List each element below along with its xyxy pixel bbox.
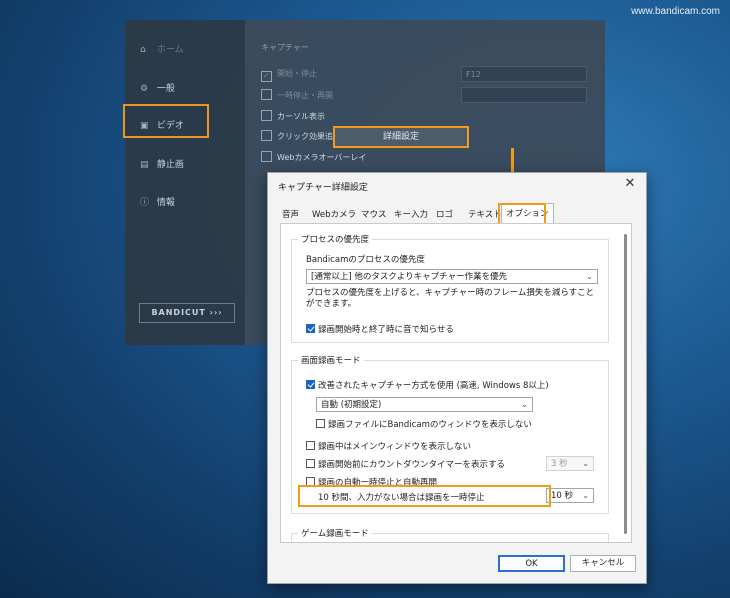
chevron-down-icon: ⌄ [582, 491, 589, 500]
cursor-option[interactable]: カーソル表示 [261, 110, 325, 122]
bandicam-watermark: www.bandicam.com [631, 6, 720, 17]
priority-select[interactable]: [通常以上] 他のタスクよりキャプチャー作業を優先 ⌄ [306, 269, 598, 284]
option-label: カーソル表示 [277, 112, 325, 121]
improved-capture-label[interactable]: 改善されたキャプチャー方式を使用 (高速, Windows 8以上) [318, 379, 549, 391]
hide-bandicam-window-label[interactable]: 録画ファイルにBandicamのウィンドウを表示しない [328, 418, 532, 430]
priority-group: プロセスの優先度 Bandicamのプロセスの優先度 [通常以上] 他のタスクよ… [291, 233, 609, 343]
webcam-overlay-option[interactable]: Webカメラオーバーレイ [261, 151, 366, 163]
chevron-down-icon: ⌄ [521, 400, 528, 409]
sidebar-item-label: 一般 [156, 84, 175, 94]
tab-mouse[interactable]: マウス [359, 206, 389, 224]
priority-description: プロセスの優先度を上げると、キャプチャー時のフレーム損失を減らすことができます。 [306, 288, 595, 309]
scrollbar[interactable] [624, 234, 627, 534]
option-label: 開始・停止 [277, 69, 317, 78]
close-icon[interactable]: ✕ [622, 176, 638, 192]
priority-select-value: [通常以上] 他のタスクよりキャプチャー作業を優先 [311, 272, 508, 282]
hide-main-window-checkbox[interactable] [306, 441, 315, 450]
info-icon: ⓘ [140, 198, 150, 208]
gear-icon: ⚙ [140, 84, 149, 94]
option-label: Webカメラオーバーレイ [277, 153, 367, 162]
cancel-button[interactable]: キャンセル [570, 555, 636, 572]
capture-section-label: キャプチャー [261, 43, 309, 52]
capture-mode-value: 自動 (初期設定) [321, 400, 382, 410]
pause-resume-option[interactable]: 一時停止・再開 [261, 89, 333, 101]
checkbox[interactable] [261, 89, 272, 100]
sound-notify-checkbox[interactable] [306, 324, 315, 333]
sidebar-item-label: ホーム [156, 45, 184, 55]
sidebar-item-label: 静止画 [156, 160, 184, 170]
advanced-settings-button[interactable]: 詳細設定 [333, 126, 469, 148]
home-icon: ⌂ [140, 45, 146, 55]
countdown-checkbox[interactable] [306, 459, 315, 468]
image-icon: ▤ [140, 160, 149, 170]
countdown-select-value: 3 秒 [551, 459, 568, 469]
start-stop-option[interactable]: ✓ 開始・停止 [261, 68, 317, 82]
checkbox[interactable]: ✓ [261, 71, 272, 82]
chevron-down-icon: ⌄ [582, 459, 589, 468]
priority-sub-label: Bandicamのプロセスの優先度 [306, 255, 425, 265]
video-highlight-box [123, 104, 209, 138]
game-mode-group-label: ゲーム録画モード [298, 527, 372, 539]
sidebar-item-general[interactable]: ⚙ 一般 [140, 81, 175, 94]
sound-notify-highlight-box [298, 485, 551, 507]
checkbox[interactable] [261, 151, 272, 162]
tab-key-input[interactable]: キー入力 [392, 206, 430, 224]
hide-bandicam-window-checkbox[interactable] [316, 419, 325, 428]
sidebar-item-home[interactable]: ⌂ ホーム [140, 42, 184, 55]
improved-capture-checkbox[interactable] [306, 380, 315, 389]
game-mode-group: ゲーム録画モード [291, 527, 609, 542]
hotkey-field[interactable]: F12 [461, 66, 587, 82]
capture-mode-select[interactable]: 自動 (初期設定) ⌄ [316, 397, 533, 412]
chevron-down-icon: ⌄ [586, 272, 593, 281]
checkbox[interactable] [261, 130, 272, 141]
checkbox[interactable] [261, 110, 272, 121]
option-label: クリック効果追加 [277, 132, 341, 141]
click-effect-option[interactable]: クリック効果追加 [261, 130, 341, 142]
sidebar-item-info[interactable]: ⓘ 情報 [140, 195, 175, 208]
tab-audio[interactable]: 音声 [280, 206, 301, 224]
tab-webcam[interactable]: Webカメラ [310, 206, 358, 224]
hide-main-window-label[interactable]: 録画中はメインウィンドウを表示しない [318, 440, 471, 452]
countdown-label[interactable]: 録画開始前にカウントダウンタイマーを表示する [318, 458, 505, 470]
auto-pause-select[interactable]: 10 秒 ⌄ [546, 488, 594, 503]
hotkey2-field[interactable] [461, 87, 587, 103]
bandicut-button[interactable]: BANDICUT ››› [139, 303, 235, 323]
screen-mode-group-label: 画面録画モード [298, 354, 364, 366]
tab-logo[interactable]: ロゴ [434, 206, 455, 224]
capture-advanced-settings-dialog: キャプチャー詳細設定 ✕ 音声 Webカメラ マウス キー入力 ロゴ テキスト … [267, 172, 647, 584]
sidebar: ⌂ ホーム ⚙ 一般 ▣ ビデオ ▤ 静止画 ⓘ 情報 BANDICUT ››› [123, 20, 245, 345]
sidebar-item-label: 情報 [156, 198, 175, 208]
sidebar-item-image[interactable]: ▤ 静止画 [140, 157, 184, 170]
sound-notify-label[interactable]: 録画開始時と終了時に音で知らせる [318, 323, 454, 335]
ok-button[interactable]: OK [498, 555, 565, 572]
priority-group-label: プロセスの優先度 [298, 233, 373, 245]
dialog-title: キャプチャー詳細設定 [278, 183, 368, 193]
auto-pause-select-value: 10 秒 [551, 491, 574, 501]
option-label: 一時停止・再開 [277, 91, 333, 100]
countdown-select[interactable]: 3 秒 ⌄ [546, 456, 594, 471]
